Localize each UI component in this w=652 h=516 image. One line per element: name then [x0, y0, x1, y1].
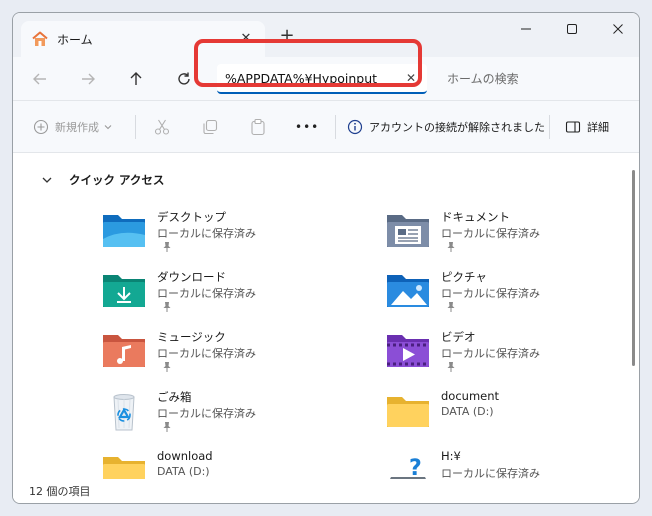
maximize-icon [567, 24, 577, 34]
separator [135, 115, 136, 139]
item-status: ローカルに保存済み [157, 287, 256, 300]
music-folder-icon [103, 335, 145, 367]
arrow-up-icon [130, 72, 142, 85]
section-title: クイック アクセス [69, 173, 165, 187]
account-notice-button[interactable]: アカウントの接続が解除されました [347, 115, 545, 139]
details-label: 詳細 [587, 121, 609, 134]
search-input[interactable] [447, 72, 617, 86]
chevron-down-icon [42, 177, 52, 183]
pin-icon [163, 362, 171, 372]
item-name: ミュージック [157, 330, 226, 344]
downloads-folder-icon [103, 275, 145, 307]
item-status: DATA (D:) [157, 465, 210, 478]
item-status: ローカルに保存済み [441, 347, 540, 360]
list-item-music[interactable]: ミュージック ローカルに保存済み [101, 330, 341, 389]
list-item-videos[interactable]: ビデオ ローカルに保存済み [385, 330, 625, 389]
status-bar: 12 個の項目 [13, 479, 639, 503]
item-name: デスクトップ [157, 210, 226, 224]
account-notice-label: アカウントの接続が解除されました [369, 121, 545, 134]
command-bar: 新規作成 ••• アカウントの接続が解除されました 詳細 [13, 101, 639, 153]
pin-icon [447, 362, 455, 372]
item-status: ローカルに保存済み [157, 347, 256, 360]
separator [549, 115, 550, 139]
minimize-icon [521, 28, 531, 30]
cut-button[interactable] [153, 115, 171, 139]
item-name: ごみ箱 [157, 390, 192, 404]
details-button[interactable]: 詳細 [565, 115, 609, 139]
plus-circle-icon [33, 119, 49, 135]
item-name: ビデオ [441, 330, 476, 344]
new-button-label: 新規作成 [55, 121, 99, 134]
pictures-folder-icon [387, 275, 429, 307]
list-item-desktop[interactable]: デスクトップ ローカルに保存済み [101, 210, 341, 269]
up-button[interactable] [121, 65, 151, 93]
item-name: H:¥ [441, 449, 461, 463]
forward-button[interactable] [73, 65, 103, 93]
item-name: ドキュメント [441, 210, 510, 224]
svg-text:?: ? [409, 456, 422, 481]
item-name: ピクチャ [441, 270, 487, 284]
address-highlight-box [194, 39, 422, 87]
more-options-button[interactable]: ••• [295, 115, 319, 139]
item-status: ローカルに保存済み [441, 287, 540, 300]
item-name: ダウンロード [157, 270, 226, 284]
item-status: ローカルに保存済み [441, 227, 540, 240]
home-icon [32, 31, 48, 46]
copy-icon [203, 119, 218, 135]
list-item-document[interactable]: document DATA (D:) [385, 389, 625, 449]
new-button[interactable]: 新規作成 [33, 115, 113, 139]
list-item-recycle-bin[interactable]: ごみ箱 ローカルに保存済み [101, 390, 341, 449]
item-status: ローカルに保存済み [157, 227, 256, 240]
content-pane: クイック アクセス デスクトップ ローカルに保存済み ドキュメント ローカルに保… [13, 154, 639, 489]
item-status: ローカルに保存済み [157, 407, 256, 420]
pin-icon [163, 422, 171, 432]
clipboard-icon [251, 118, 265, 136]
documents-folder-icon [387, 215, 429, 247]
info-icon [347, 119, 363, 135]
refresh-icon [178, 72, 190, 85]
list-item-downloads[interactable]: ダウンロード ローカルに保存済み [101, 270, 341, 329]
search-box[interactable] [439, 64, 633, 94]
vertical-scrollbar[interactable] [632, 170, 635, 366]
close-icon [613, 24, 623, 34]
minimize-button[interactable] [503, 13, 549, 45]
item-name: download [157, 449, 213, 463]
item-status: DATA (D:) [441, 405, 494, 418]
pin-icon [447, 242, 455, 252]
pin-icon [163, 242, 171, 252]
copy-button[interactable] [201, 115, 219, 139]
recycle-bin-icon [113, 394, 135, 431]
back-button[interactable] [25, 65, 55, 93]
pin-icon [163, 302, 171, 312]
close-window-button[interactable] [595, 13, 639, 45]
item-count: 12 個の項目 [29, 485, 91, 498]
list-item-pictures[interactable]: ピクチャ ローカルに保存済み [385, 270, 625, 329]
arrow-left-icon [33, 73, 46, 85]
details-pane-icon [565, 121, 581, 133]
tab-label: ホーム [57, 32, 93, 47]
quick-access-header[interactable]: クイック アクセス [41, 172, 164, 188]
paste-button[interactable] [249, 115, 267, 139]
arrow-right-icon [82, 73, 95, 85]
videos-folder-icon [387, 335, 429, 367]
scissors-icon [154, 119, 170, 135]
list-item-documents[interactable]: ドキュメント ローカルに保存済み [385, 210, 625, 269]
desktop-folder-icon [103, 215, 145, 247]
chevron-down-icon [104, 125, 112, 130]
item-name: document [441, 389, 500, 403]
separator [335, 115, 336, 139]
maximize-button[interactable] [549, 13, 595, 45]
pin-icon [447, 302, 455, 312]
folder-icon [387, 397, 429, 427]
